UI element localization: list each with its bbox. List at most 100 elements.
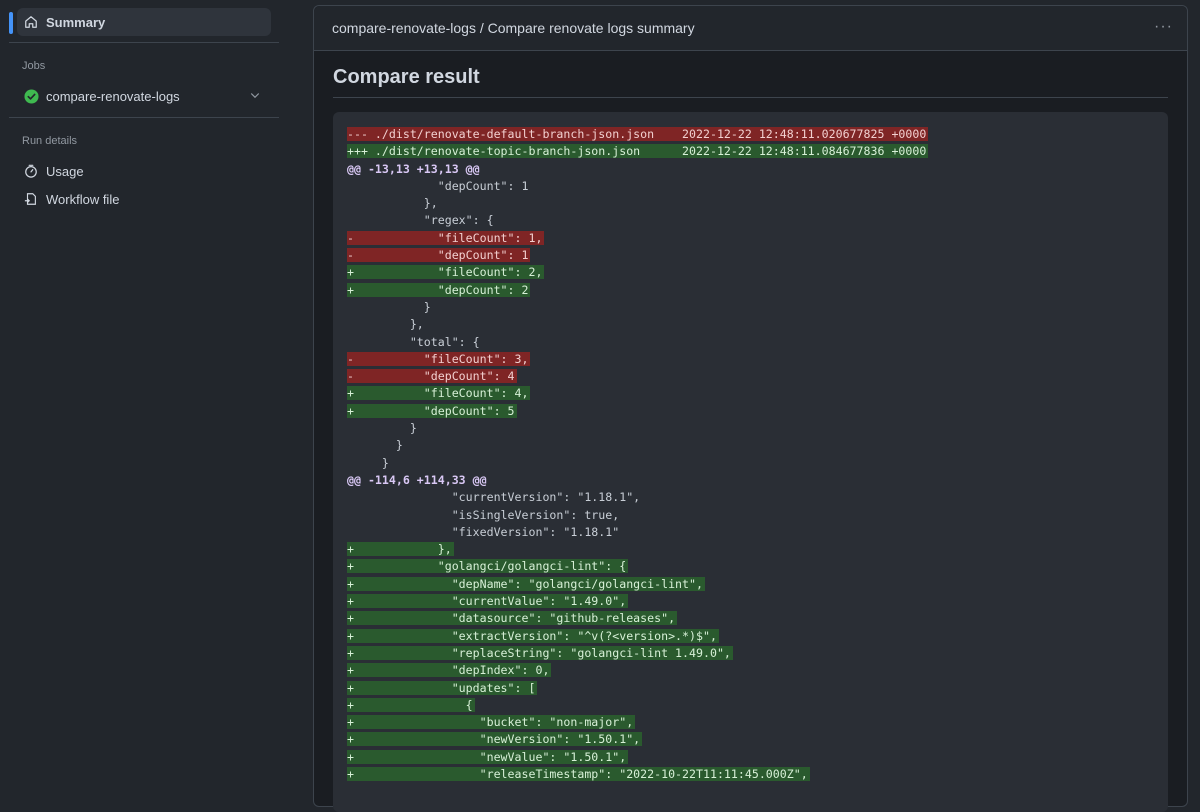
diff-line-text: }, <box>347 317 424 332</box>
heading-rule <box>333 97 1168 98</box>
diff-line-ctx: }, <box>347 195 928 212</box>
diff-lines: --- ./dist/renovate-default-branch-json.… <box>347 126 929 783</box>
diff-line-del: - "fileCount": 1, <box>347 230 928 247</box>
diff-line-text: + "fileCount": 2, <box>347 265 545 280</box>
diff-line-add: + "datasource": "github-releases", <box>347 610 928 627</box>
diff-line-add: + "depCount": 5 <box>347 403 928 420</box>
diff-line-ctx: "depCount": 1 <box>347 178 928 195</box>
diff-line-text: } <box>347 455 389 470</box>
diff-line-add: + { <box>347 697 928 714</box>
diff-line-ctx: "regex": { <box>347 212 928 229</box>
diff-line-text: +++ ./dist/renovate-topic-branch-json.js… <box>347 144 929 159</box>
home-icon <box>23 14 39 30</box>
diff-line-text: @@ -13,13 +13,13 @@ <box>347 161 480 176</box>
sidebar-item-summary[interactable]: Summary <box>17 8 271 36</box>
diff-line-text: --- ./dist/renovate-default-branch-json.… <box>347 127 929 141</box>
diff-line-ctx: "total": { <box>347 334 928 351</box>
sidebar-item-usage[interactable]: Usage <box>17 157 271 185</box>
diff-line-add: + "extractVersion": "^v(?<version>.*)$", <box>347 628 928 645</box>
diff-line-text: @@ -114,6 +114,33 @@ <box>347 472 487 487</box>
diff-line-del: - "depCount": 1 <box>347 247 928 264</box>
diff-line-del: - "depCount": 4 <box>347 368 928 385</box>
diff-line-add: + "fileCount": 4, <box>347 385 928 402</box>
diff-line-ctx: } <box>347 437 928 454</box>
diff-line-text: - "depCount": 4 <box>347 369 517 384</box>
diff-line-ctx: }, <box>347 316 928 333</box>
diff-line-text: "regex": { <box>347 213 494 228</box>
diff-line-text: + "currentValue": "1.49.0", <box>347 594 629 609</box>
diff-line-add: + "newValue": "1.50.1", <box>347 749 928 766</box>
sidebar-item-label: Workflow file <box>46 191 120 207</box>
diff-line-text: + { <box>347 697 475 712</box>
diff-line-add: + "updates": [ <box>347 680 928 697</box>
diff-line-add: + "fileCount": 2, <box>347 264 928 281</box>
diff-line-add: + "depIndex": 0, <box>347 662 928 679</box>
diff-line-add: + "currentValue": "1.49.0", <box>347 593 928 610</box>
chevron-down-icon[interactable] <box>249 89 261 104</box>
diff-line-text: "total": { <box>347 334 480 349</box>
diff-line-text: + "releaseTimestamp": "2022-10-22T11:11:… <box>347 766 810 781</box>
diff-line-text: + "replaceString": "golangci-lint 1.49.0… <box>347 645 733 660</box>
diff-line-text: - "depCount": 1 <box>347 248 531 263</box>
diff-line-add: + "releaseTimestamp": "2022-10-22T11:11:… <box>347 766 928 783</box>
sidebar-item-label: Summary <box>46 14 106 30</box>
result-heading: Compare result <box>333 66 480 88</box>
sidebar: Summary Jobs compare-renovate-logs Run d… <box>0 0 290 782</box>
jobs-section-title: Jobs <box>22 60 46 72</box>
diff-line-ctx: "isSingleVersion": true, <box>347 507 928 524</box>
diff-line-add: + "bucket": "non-major", <box>347 714 928 731</box>
diff-line-add: + "newVersion": "1.50.1", <box>347 731 928 748</box>
sidebar-item-workflow-file[interactable]: Workflow file <box>17 185 271 213</box>
diff-line-text: + "depIndex": 0, <box>347 663 552 678</box>
card-header-title: compare-renovate-logs / Compare renovate… <box>332 20 695 36</box>
diff-line-hunk: @@ -114,6 +114,33 @@ <box>347 472 928 489</box>
diff-line-text: + "newVersion": "1.50.1", <box>347 732 643 747</box>
diff-line-text: + "golangci/golangci-lint": { <box>347 559 629 574</box>
diff-line-ctx: "fixedVersion": "1.18.1" <box>347 524 928 541</box>
diff-code-block: --- ./dist/renovate-default-branch-json.… <box>333 112 1168 812</box>
diff-line-add: + "depCount": 2 <box>347 282 928 299</box>
diff-line-add: +++ ./dist/renovate-topic-branch-json.js… <box>347 143 929 160</box>
diff-line-text: "currentVersion": "1.18.1", <box>347 490 641 505</box>
diff-line-text: "depCount": 1 <box>347 178 529 193</box>
check-circle-icon <box>23 88 39 104</box>
diff-line-add: + "depName": "golangci/golangci-lint", <box>347 576 928 593</box>
diff-line-del: --- ./dist/renovate-default-branch-json.… <box>347 126 929 143</box>
diff-line-text: } <box>347 438 403 453</box>
active-indicator <box>9 12 13 34</box>
diff-line-add: + "replaceString": "golangci-lint 1.49.0… <box>347 645 928 662</box>
more-options-icon[interactable]: ··· <box>1154 18 1173 36</box>
diff-line-text: } <box>347 421 417 436</box>
workflow-file-icon <box>23 191 39 207</box>
diff-line-add: + "golangci/golangci-lint": { <box>347 558 928 575</box>
divider <box>9 42 279 43</box>
diff-line-text: + "depCount": 2 <box>347 282 531 297</box>
diff-line-text: "isSingleVersion": true, <box>347 507 620 522</box>
divider <box>9 117 279 118</box>
diff-line-text: + "depName": "golangci/golangci-lint", <box>347 576 705 591</box>
diff-line-text: }, <box>347 196 438 211</box>
diff-line-text: + "updates": [ <box>347 680 538 695</box>
diff-line-text: + "bucket": "non-major", <box>347 715 636 730</box>
sidebar-item-label: compare-renovate-logs <box>46 88 180 104</box>
diff-line-text: + "fileCount": 4, <box>347 386 531 401</box>
diff-line-ctx: } <box>347 420 928 437</box>
diff-line-text: + }, <box>347 542 454 557</box>
diff-line-del: - "fileCount": 3, <box>347 351 928 368</box>
diff-line-ctx: "currentVersion": "1.18.1", <box>347 489 928 506</box>
diff-line-text: "fixedVersion": "1.18.1" <box>347 524 620 539</box>
diff-line-text: + "depCount": 5 <box>347 403 517 418</box>
run-details-section-title: Run details <box>22 135 78 147</box>
diff-line-add: + }, <box>347 541 928 558</box>
diff-line-text: - "fileCount": 3, <box>347 351 531 366</box>
diff-line-text: - "fileCount": 1, <box>347 230 545 245</box>
diff-line-ctx: } <box>347 299 928 316</box>
stopwatch-icon <box>23 163 39 179</box>
diff-line-ctx: } <box>347 455 928 472</box>
sidebar-item-job[interactable]: compare-renovate-logs <box>17 82 271 110</box>
job-summary-card: compare-renovate-logs / Compare renovate… <box>313 5 1188 812</box>
diff-line-text: } <box>347 299 431 314</box>
card-header: compare-renovate-logs / Compare renovate… <box>314 6 1187 51</box>
diff-line-text: + "datasource": "github-releases", <box>347 611 678 626</box>
diff-line-text: + "extractVersion": "^v(?<version>.*)$", <box>347 628 719 643</box>
